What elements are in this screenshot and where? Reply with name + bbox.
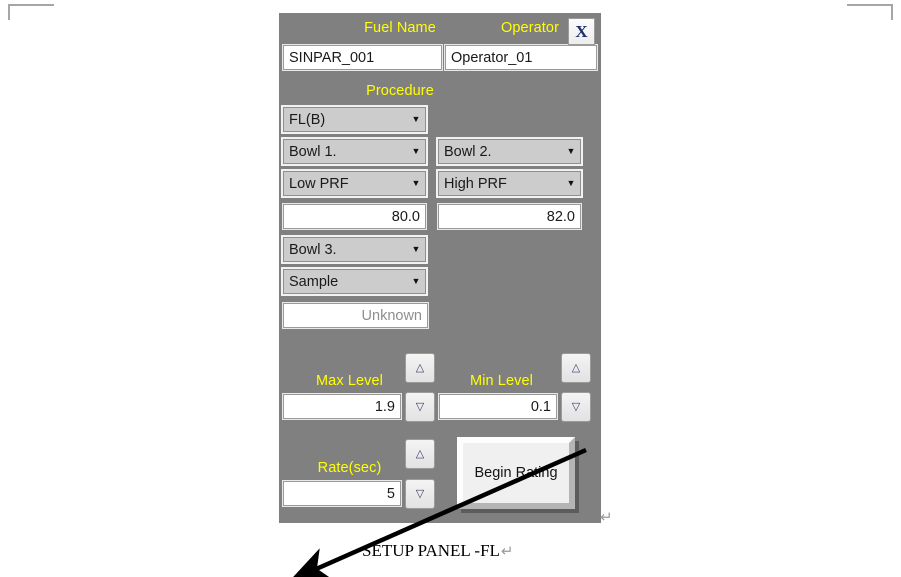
paragraph-mark-panel: ↵ <box>600 510 613 526</box>
bowl2-dropdown[interactable]: Bowl 2. ▼ <box>438 139 581 164</box>
page-margin-mark-top-right <box>847 4 893 20</box>
chevron-down-icon: ▼ <box>566 178 576 188</box>
high-prf-value-input[interactable]: 82.0 <box>438 204 581 229</box>
bowl3-dropdown[interactable]: Bowl 3. ▼ <box>283 237 426 262</box>
chevron-down-icon: ▼ <box>411 146 421 156</box>
bowl2-dropdown-value: Bowl 2. <box>444 143 492 160</box>
sample-dropdown[interactable]: Sample ▼ <box>283 269 426 294</box>
begin-rating-button[interactable]: Begin Rating <box>457 437 575 509</box>
chevron-down-icon: ▼ <box>411 178 421 188</box>
high-prf-dropdown[interactable]: High PRF ▼ <box>438 171 581 196</box>
chevron-down-icon: ▼ <box>411 244 421 254</box>
min-level-increment-button[interactable]: △ <box>561 353 591 383</box>
figure-caption: SETUP PANEL -FL↵ <box>362 541 514 561</box>
high-prf-dropdown-value: High PRF <box>444 175 507 192</box>
low-prf-dropdown[interactable]: Low PRF ▼ <box>283 171 426 196</box>
rate-input[interactable]: 5 <box>283 481 401 506</box>
operator-input[interactable]: Operator_01 <box>445 45 597 70</box>
max-level-decrement-button[interactable]: ▽ <box>405 392 435 422</box>
low-prf-dropdown-value: Low PRF <box>289 175 349 192</box>
paragraph-mark-caption: ↵ <box>500 544 514 560</box>
rate-increment-button[interactable]: △ <box>405 439 435 469</box>
sample-dropdown-value: Sample <box>289 273 339 290</box>
bowl3-dropdown-value: Bowl 3. <box>289 241 337 258</box>
max-level-increment-button[interactable]: △ <box>405 353 435 383</box>
fuel-name-input[interactable]: SINPAR_001 <box>283 45 442 70</box>
page-margin-mark-top-left <box>8 4 54 20</box>
bowl1-dropdown-value: Bowl 1. <box>289 143 337 160</box>
max-level-label: Max Level <box>316 373 383 389</box>
min-level-label: Min Level <box>470 373 533 389</box>
min-level-input[interactable]: 0.1 <box>439 394 557 419</box>
chevron-down-icon: ▼ <box>411 276 421 286</box>
procedure-label: Procedure <box>366 83 434 99</box>
procedure-dropdown[interactable]: FL(B) ▼ <box>283 107 426 132</box>
figure-caption-text: SETUP PANEL -FL <box>362 541 500 560</box>
min-level-decrement-button[interactable]: ▽ <box>561 392 591 422</box>
rate-label: Rate(sec) <box>317 460 382 476</box>
fuel-name-label: Fuel Name <box>364 20 436 36</box>
chevron-down-icon: ▼ <box>411 114 421 124</box>
low-prf-value-input[interactable]: 80.0 <box>283 204 426 229</box>
max-level-input[interactable]: 1.9 <box>283 394 401 419</box>
rate-decrement-button[interactable]: ▽ <box>405 479 435 509</box>
bowl1-dropdown[interactable]: Bowl 1. ▼ <box>283 139 426 164</box>
close-button[interactable]: X <box>568 18 595 45</box>
sample-value-input[interactable]: Unknown <box>283 303 428 328</box>
procedure-dropdown-value: FL(B) <box>289 111 326 128</box>
chevron-down-icon: ▼ <box>566 146 576 156</box>
